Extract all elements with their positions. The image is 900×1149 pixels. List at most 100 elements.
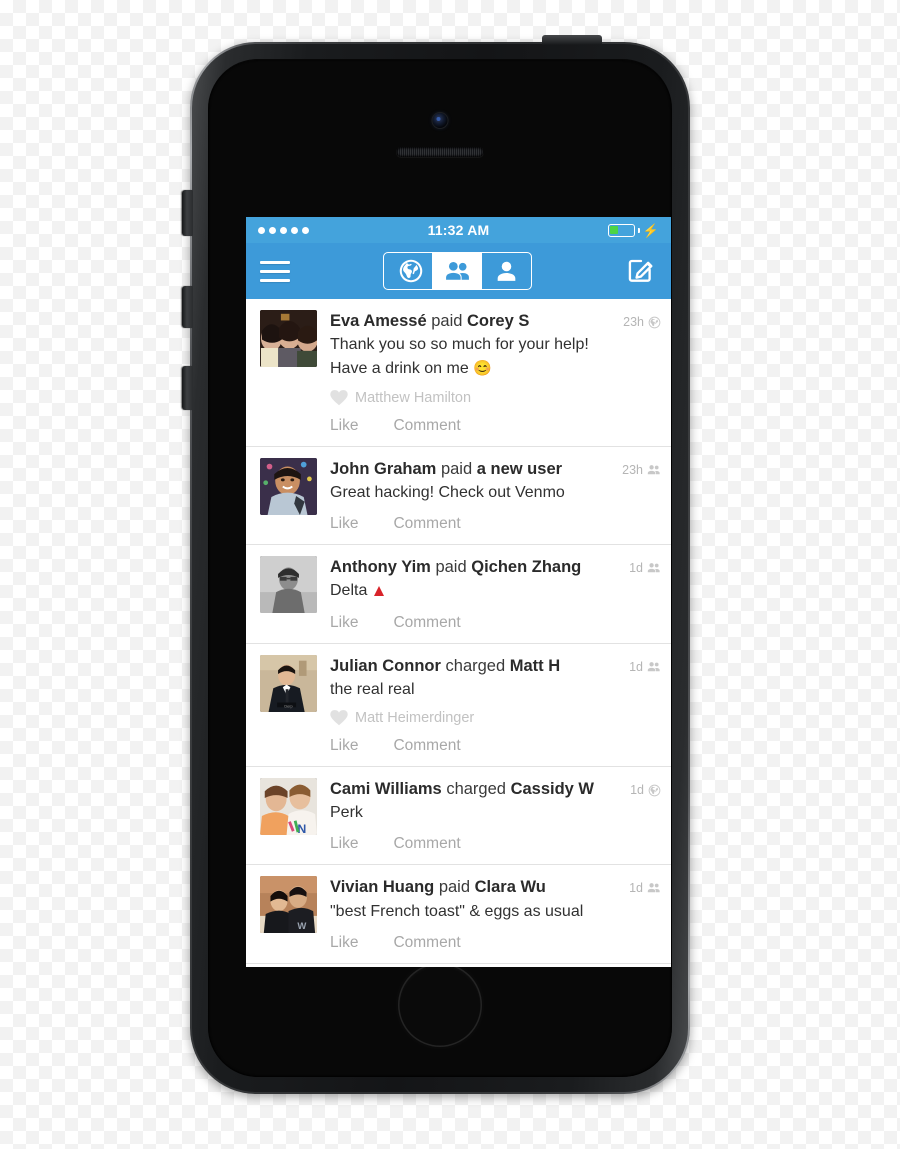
feed-item[interactable]: N Cami Williams charged Cassidy W 1d Per…: [246, 767, 671, 866]
transaction-verb: charged: [446, 780, 506, 798]
feed-item-header: John Graham paid a new user 23h: [330, 458, 661, 480]
feed-item-actions: Like Comment: [330, 835, 661, 853]
feed-item-body: John Graham paid a new user 23h Great ha…: [317, 458, 671, 538]
like-button[interactable]: Like: [330, 934, 358, 952]
feed-item[interactable]: Anthony Yim paid Qichen Zhang 1d Delta L…: [246, 545, 671, 644]
avatar[interactable]: [260, 457, 317, 515]
feed-item[interactable]: W Vivian Huang paid Clara Wu 1d "best Fr…: [246, 865, 671, 964]
like-button[interactable]: Like: [330, 835, 358, 853]
svg-text:N: N: [297, 822, 306, 835]
feed-item[interactable]: Derp Julian Connor charged Matt H 1d the…: [246, 644, 671, 767]
delta-triangle-icon: [374, 586, 385, 597]
actor-name[interactable]: Anthony Yim: [330, 558, 431, 576]
transaction-verb: paid: [435, 558, 467, 577]
feed-item-header: Julian Connor charged Matt H 1d: [330, 655, 661, 677]
globe-icon: [399, 259, 423, 283]
heart-icon: [330, 710, 348, 726]
feed-scope-segmented-control[interactable]: [383, 252, 532, 290]
feed-item-header: Anthony Yim paid Qichen Zhang 1d: [330, 556, 661, 578]
feed-item-title: Anthony Yim paid Qichen Zhang: [330, 556, 623, 578]
actor-name[interactable]: Cami Williams: [330, 780, 442, 798]
phone-mockup: 11:32 AM ⚡ Eva Amessé paid Corey S 23h T…: [182, 35, 690, 1094]
feed-item-meta: 23h: [622, 463, 661, 477]
liker-name: Matt Heimerdinger: [355, 710, 475, 726]
target-name[interactable]: Cassidy W: [511, 780, 594, 798]
avatar[interactable]: [260, 310, 317, 367]
volume-up-button[interactable]: [182, 286, 193, 328]
compose-pencil-icon: [628, 259, 653, 282]
feed-item-note: Thank you so so much for your help!: [330, 336, 589, 354]
transaction-verb: paid: [438, 878, 471, 897]
transaction-verb: paid: [440, 459, 473, 478]
home-button[interactable]: [398, 963, 482, 1047]
feed-item-meta: 1d: [629, 881, 661, 895]
feed-item-actions: Like Comment: [330, 417, 661, 435]
svg-text:W: W: [297, 922, 306, 933]
feed-item-body: Anthony Yim paid Qichen Zhang 1d Delta L…: [317, 556, 671, 636]
feed-item[interactable]: Eva Amessé paid Corey S 23h Thank you so…: [246, 299, 671, 447]
target-name[interactable]: Corey S: [467, 312, 529, 330]
mute-switch[interactable]: [182, 190, 193, 236]
like-button[interactable]: Like: [330, 515, 358, 533]
nav-bar: [246, 243, 671, 299]
feed-item-actions: Like Comment: [330, 934, 661, 952]
globe-icon: [648, 316, 661, 328]
feed-item-title: Eva Amessé paid Corey S: [330, 310, 617, 332]
status-bar: 11:32 AM ⚡: [246, 217, 671, 243]
compose-button[interactable]: [625, 253, 657, 290]
comment-button[interactable]: Comment: [393, 934, 460, 952]
actor-name[interactable]: Vivian Huang: [330, 878, 434, 896]
friends-icon: [647, 563, 660, 573]
friends-icon: [647, 464, 660, 474]
comment-button[interactable]: Comment: [393, 417, 460, 435]
transaction-verb: paid: [431, 312, 463, 330]
timestamp: 1d: [630, 783, 644, 797]
timestamp: 23h: [622, 462, 643, 477]
phone-front-glass: 11:32 AM ⚡ Eva Amessé paid Corey S 23h T…: [208, 59, 672, 1077]
comment-button[interactable]: Comment: [393, 737, 460, 755]
like-button[interactable]: Like: [330, 417, 358, 435]
segment-friends[interactable]: [433, 253, 482, 289]
like-button[interactable]: Like: [330, 737, 358, 755]
segment-mine[interactable]: [482, 253, 531, 289]
feed-item-note: Great hacking! Check out Venmo: [330, 483, 565, 501]
power-button[interactable]: [542, 35, 602, 45]
comment-button[interactable]: Comment: [393, 515, 460, 533]
charging-bolt-icon: ⚡: [642, 222, 659, 238]
feed-item-body: Cami Williams charged Cassidy W 1d Perk …: [317, 778, 671, 858]
liker-name: Matthew Hamilton: [355, 389, 472, 406]
avatar[interactable]: N: [260, 778, 317, 835]
timestamp: 1d: [629, 561, 643, 576]
avatar[interactable]: [260, 556, 317, 614]
segment-public[interactable]: [384, 253, 433, 289]
volume-down-button[interactable]: [182, 366, 193, 410]
feed-item-meta: 1d: [629, 561, 661, 575]
hamburger-menu-icon[interactable]: [260, 260, 290, 282]
avatar[interactable]: W: [260, 876, 317, 934]
timestamp: 1d: [629, 659, 643, 674]
actor-name[interactable]: John Graham: [330, 460, 436, 478]
friends-icon: [445, 261, 469, 280]
friends-icon: [647, 661, 660, 671]
comment-button[interactable]: Comment: [393, 835, 460, 853]
like-button[interactable]: Like: [330, 614, 358, 632]
comment-button[interactable]: Comment: [393, 614, 460, 632]
feed-item-note-line2: Have a drink on me 😊: [330, 360, 492, 378]
avatar[interactable]: Derp: [260, 654, 317, 712]
svg-text:Derp: Derp: [284, 704, 292, 708]
feed-item-title: Vivian Huang paid Clara Wu: [330, 876, 623, 898]
heart-icon: [330, 389, 348, 406]
status-bar-right: ⚡: [607, 222, 659, 238]
feed-item-header: Vivian Huang paid Clara Wu 1d: [330, 876, 661, 898]
target-name[interactable]: Qichen Zhang: [471, 558, 581, 576]
feed-item-actions: Like Comment: [330, 737, 661, 755]
actor-name[interactable]: Julian Connor: [330, 657, 441, 675]
transaction-verb: charged: [445, 656, 506, 675]
feed-item-body: Julian Connor charged Matt H 1d the real…: [317, 655, 671, 760]
target-name[interactable]: Matt H: [510, 657, 560, 675]
feed-item[interactable]: John Graham paid a new user 23h Great ha…: [246, 447, 671, 546]
target-name[interactable]: Clara Wu: [475, 878, 546, 896]
activity-feed[interactable]: Eva Amessé paid Corey S 23h Thank you so…: [246, 299, 671, 967]
actor-name[interactable]: Eva Amessé: [330, 312, 427, 330]
target-name[interactable]: a new user: [477, 460, 562, 478]
